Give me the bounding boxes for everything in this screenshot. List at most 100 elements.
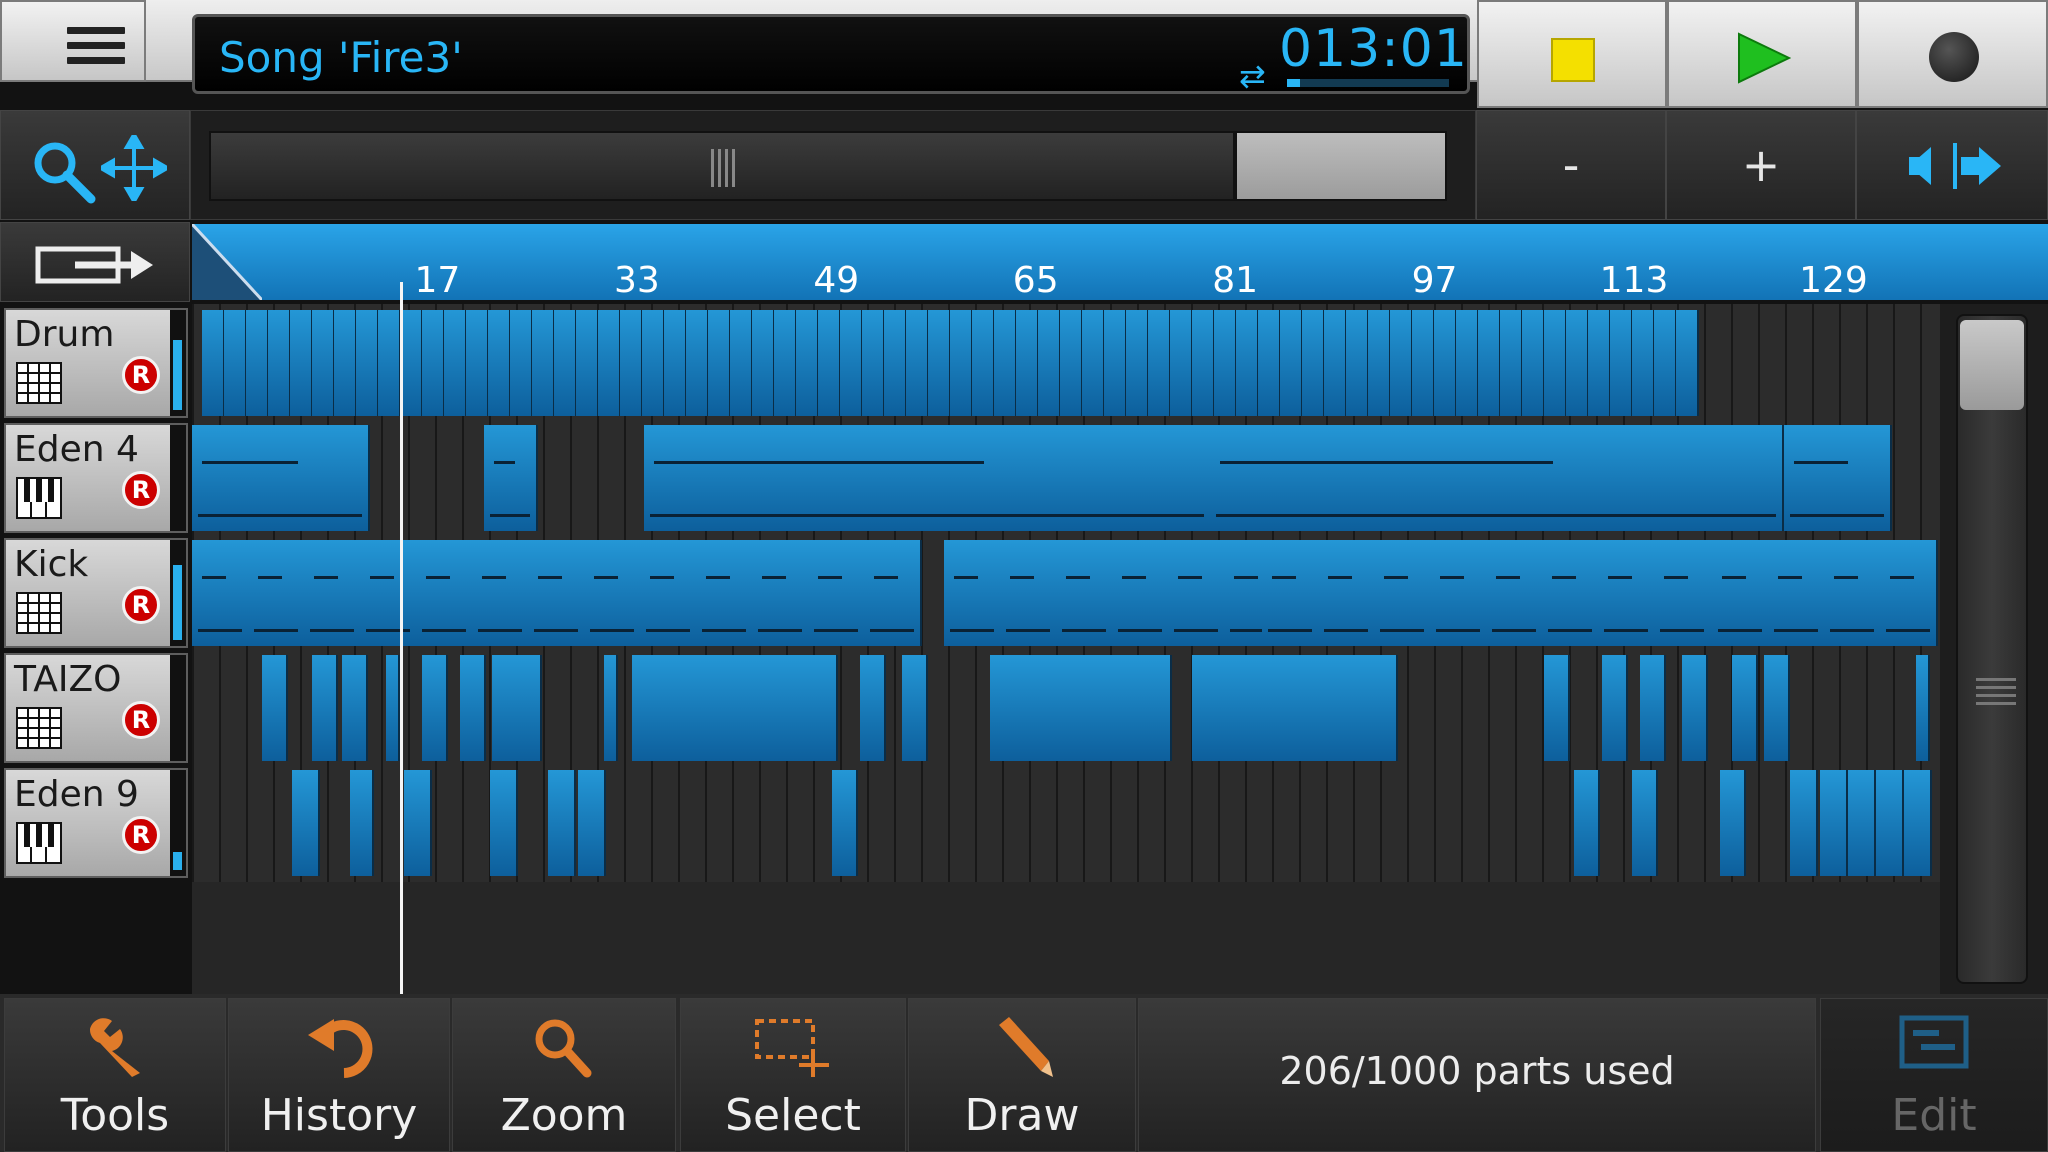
song-part[interactable] bbox=[862, 310, 885, 416]
song-part[interactable] bbox=[1112, 540, 1170, 646]
track-header[interactable]: Drum R bbox=[4, 308, 188, 418]
song-part[interactable] bbox=[832, 770, 858, 876]
song-part[interactable] bbox=[696, 540, 754, 646]
song-part[interactable] bbox=[1192, 310, 1215, 416]
song-part[interactable] bbox=[1614, 655, 1628, 761]
song-part[interactable] bbox=[708, 310, 731, 416]
song-part[interactable] bbox=[1694, 655, 1708, 761]
song-part[interactable] bbox=[796, 310, 819, 416]
song-part[interactable] bbox=[248, 540, 306, 646]
song-part[interactable] bbox=[774, 310, 797, 416]
song-part[interactable] bbox=[1632, 310, 1655, 416]
song-part[interactable] bbox=[1262, 540, 1320, 646]
bar-ruler[interactable]: 17 33 49 65 81 97 113 129 bbox=[192, 224, 2048, 300]
history-button[interactable]: History bbox=[228, 998, 450, 1152]
song-part[interactable] bbox=[1768, 540, 1826, 646]
song-part[interactable] bbox=[1430, 540, 1488, 646]
song-part[interactable] bbox=[1610, 310, 1633, 416]
song-part[interactable] bbox=[576, 310, 599, 416]
song-part[interactable] bbox=[312, 310, 335, 416]
song-part[interactable] bbox=[202, 310, 225, 416]
fit-to-screen-button[interactable] bbox=[1856, 110, 2048, 220]
track-lane[interactable] bbox=[192, 768, 1940, 878]
song-part[interactable] bbox=[994, 310, 1017, 416]
song-part[interactable] bbox=[1876, 770, 1904, 876]
song-part[interactable] bbox=[730, 310, 753, 416]
song-part[interactable] bbox=[1210, 425, 1784, 531]
song-part[interactable] bbox=[578, 770, 606, 876]
track-lane[interactable] bbox=[192, 538, 1940, 648]
song-part[interactable] bbox=[1280, 310, 1303, 416]
song-part[interactable] bbox=[246, 310, 269, 416]
song-part[interactable] bbox=[472, 540, 530, 646]
song-part[interactable] bbox=[350, 770, 374, 876]
song-part[interactable] bbox=[274, 655, 288, 761]
song-part[interactable] bbox=[1236, 310, 1259, 416]
song-part[interactable] bbox=[972, 310, 995, 416]
song-part[interactable] bbox=[192, 425, 370, 531]
song-part[interactable] bbox=[484, 425, 538, 531]
song-part[interactable] bbox=[548, 770, 576, 876]
song-part[interactable] bbox=[1158, 655, 1172, 761]
song-part[interactable] bbox=[1148, 310, 1171, 416]
song-part[interactable] bbox=[1542, 540, 1600, 646]
zoom-button[interactable]: Zoom bbox=[452, 998, 676, 1152]
song-part[interactable] bbox=[1916, 655, 1930, 761]
select-button[interactable]: Select bbox=[680, 998, 906, 1152]
track-lane[interactable] bbox=[192, 308, 1940, 418]
song-part[interactable] bbox=[1790, 770, 1818, 876]
song-part[interactable] bbox=[1848, 770, 1876, 876]
song-part[interactable] bbox=[884, 310, 907, 416]
song-part[interactable] bbox=[404, 770, 432, 876]
song-part[interactable] bbox=[1126, 310, 1149, 416]
song-part[interactable] bbox=[818, 310, 841, 416]
follow-playhead-button[interactable] bbox=[0, 222, 190, 302]
song-part[interactable] bbox=[1214, 310, 1237, 416]
song-part[interactable] bbox=[1784, 425, 1892, 531]
song-part[interactable] bbox=[620, 310, 643, 416]
song-part[interactable] bbox=[386, 655, 400, 761]
song-part[interactable] bbox=[1820, 770, 1848, 876]
horizontal-scroll-track[interactable] bbox=[190, 110, 1476, 220]
song-part[interactable] bbox=[1082, 310, 1105, 416]
song-part[interactable] bbox=[1712, 540, 1770, 646]
song-part[interactable] bbox=[808, 540, 866, 646]
song-part[interactable] bbox=[1632, 770, 1658, 876]
song-part[interactable] bbox=[532, 310, 555, 416]
song-part[interactable] bbox=[528, 540, 586, 646]
song-part[interactable] bbox=[510, 310, 533, 416]
song-part[interactable] bbox=[640, 540, 698, 646]
menu-button[interactable] bbox=[0, 0, 146, 82]
song-part[interactable] bbox=[1384, 655, 1398, 761]
song-part[interactable] bbox=[864, 540, 922, 646]
song-part[interactable] bbox=[416, 540, 474, 646]
song-part[interactable] bbox=[1574, 770, 1600, 876]
song-part[interactable] bbox=[906, 310, 929, 416]
song-part[interactable] bbox=[840, 310, 863, 416]
song-part[interactable] bbox=[224, 310, 247, 416]
song-part[interactable] bbox=[752, 540, 810, 646]
record-arm-button[interactable]: R bbox=[122, 471, 160, 509]
song-part[interactable] bbox=[1654, 540, 1712, 646]
song-part[interactable] bbox=[604, 655, 618, 761]
song-part[interactable] bbox=[434, 655, 448, 761]
song-part[interactable] bbox=[334, 310, 357, 416]
song-part[interactable] bbox=[1390, 310, 1413, 416]
track-lane[interactable] bbox=[192, 423, 1940, 533]
song-part[interactable] bbox=[944, 540, 1002, 646]
song-part[interactable] bbox=[1168, 540, 1226, 646]
stop-button[interactable] bbox=[1477, 0, 1667, 108]
zoom-out-button[interactable]: - bbox=[1476, 110, 1666, 220]
song-part[interactable] bbox=[304, 540, 362, 646]
song-part[interactable] bbox=[1500, 310, 1523, 416]
song-part[interactable] bbox=[644, 425, 1212, 531]
song-part[interactable] bbox=[356, 310, 379, 416]
scroll-thumb[interactable] bbox=[1235, 131, 1447, 201]
song-part[interactable] bbox=[1544, 310, 1567, 416]
zoom-in-button[interactable]: + bbox=[1666, 110, 1856, 220]
vertical-scroll-bar[interactable] bbox=[1940, 304, 2048, 994]
song-part[interactable] bbox=[1904, 770, 1932, 876]
song-part[interactable] bbox=[1412, 310, 1435, 416]
track-lane[interactable] bbox=[192, 653, 1940, 763]
song-part[interactable] bbox=[192, 540, 250, 646]
